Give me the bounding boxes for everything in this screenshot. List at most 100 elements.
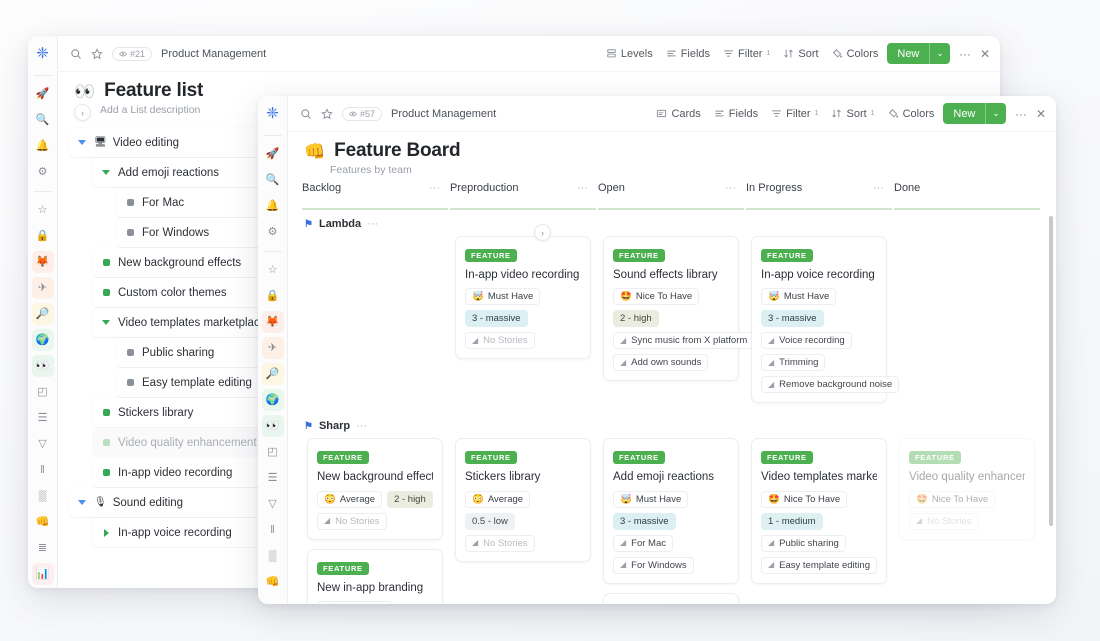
status-square-icon[interactable] — [124, 349, 136, 356]
chart-bars-icon[interactable]: ‖ — [32, 459, 54, 481]
search-icon[interactable] — [300, 108, 312, 120]
lock-icon[interactable]: 🔒 — [262, 285, 284, 307]
funnel-icon[interactable]: ▽ — [32, 433, 54, 455]
new-button-front[interactable]: New ⌄ — [943, 103, 1006, 124]
funnel-icon[interactable]: ▽ — [262, 493, 284, 515]
grid-icon[interactable]: ▒ — [32, 485, 54, 507]
story-chip[interactable]: ◢Sync music from X platform — [613, 332, 754, 349]
note-icon[interactable]: ◰ — [32, 381, 54, 403]
search-icon[interactable]: 🔍 — [32, 109, 54, 131]
filter-list-icon[interactable]: ☰ — [262, 467, 284, 489]
toolbar-item-filter[interactable]: Filter1 — [723, 48, 770, 60]
feature-card[interactable]: FEATUREAdd emoji reactions🤯Must Have3 - … — [603, 438, 739, 583]
star-icon[interactable]: ☆ — [32, 199, 54, 221]
board-cell[interactable]: FEATUREVideo templates marketplace🤩Nice … — [746, 438, 892, 592]
search-icon[interactable] — [70, 48, 82, 60]
story-chip[interactable]: ◢For Windows — [613, 557, 694, 574]
story-chip[interactable]: ◢Voice recording — [761, 332, 852, 349]
page-title-back[interactable]: Feature list — [104, 80, 203, 102]
board-scroll-area[interactable]: ⚑Lambda···FEATUREIn-app video recording🤯… — [288, 210, 1056, 604]
lock-icon[interactable]: 🔒 — [32, 225, 54, 247]
globe-icon[interactable]: 🌍 — [32, 329, 54, 351]
toolbar-item-cards[interactable]: Cards — [656, 108, 700, 120]
feature-card[interactable]: FEATUREStickers library😳Average0.5 - low… — [455, 438, 591, 561]
toolbar-back[interactable]: #21 Product Management LevelsFieldsFilte… — [58, 36, 1000, 72]
magnifier-app-icon[interactable]: 🔎 — [262, 363, 284, 385]
priority-chip[interactable]: 🤩Nice To Have — [613, 288, 699, 305]
feature-card[interactable]: FEATUREIn-app voice recording🤯Must Have3… — [751, 236, 887, 403]
page-subtitle-front[interactable]: Features by team — [330, 164, 1044, 176]
app-rail-back[interactable]: ❈🚀🔍🔔⚙☆🔒🦊✈🔎🌍👀◰☰▽‖▒👊≣📊⚓☀⛹✈👂📷▶ — [28, 36, 58, 588]
star-icon[interactable] — [321, 108, 333, 120]
priority-chip[interactable]: 😳Average — [465, 491, 530, 508]
grid-icon[interactable]: ▒ — [262, 545, 284, 567]
toolbar-item-colors[interactable]: Colors — [888, 108, 935, 120]
page-title-front[interactable]: Feature Board — [334, 140, 460, 162]
caret-down-icon[interactable] — [76, 500, 88, 505]
board-cell[interactable]: FEATUREVideo quality enhancement🤩Nice To… — [894, 438, 1040, 548]
toolbar-item-sort[interactable]: Sort1 — [831, 108, 874, 120]
board-cell[interactable]: FEATURESound effects library🤩Nice To Hav… — [598, 236, 744, 390]
toolbar-item-fields[interactable]: Fields — [666, 48, 710, 60]
breadcrumb-back[interactable]: Product Management — [161, 48, 266, 60]
logo-icon[interactable]: ❈ — [32, 42, 54, 64]
score-chip[interactable]: 0.5 - low — [465, 513, 515, 530]
status-square-icon[interactable] — [100, 469, 112, 476]
toolbar-front[interactable]: #57 Product Management CardsFieldsFilter… — [288, 96, 1056, 132]
breadcrumb-front[interactable]: Product Management — [391, 108, 496, 120]
board-column-menu-button[interactable]: ··· — [873, 182, 884, 194]
plane-icon[interactable]: ✈ — [32, 277, 54, 299]
caret-down-icon[interactable] — [100, 320, 112, 325]
score-chip[interactable]: 3 - massive — [761, 310, 824, 327]
status-square-icon[interactable] — [100, 259, 112, 266]
no-stories-chip[interactable]: ◢No Stories — [317, 513, 387, 530]
star-icon[interactable] — [91, 48, 103, 60]
caret-right-icon[interactable] — [100, 529, 112, 537]
board-cell[interactable]: FEATURENew background effects😳Average2 -… — [302, 438, 448, 604]
app-rail-front[interactable]: ❈🚀🔍🔔⚙☆🔒🦊✈🔎🌍👀◰☰▽‖▒👊≣📊⚓☀⛹✈👂📷▶ — [258, 96, 288, 604]
no-stories-chip[interactable]: ◢No Stories — [909, 513, 979, 530]
status-square-icon[interactable] — [100, 439, 112, 446]
priority-chip[interactable]: 🤯Must Have — [465, 288, 540, 305]
board-group-menu-button[interactable]: ··· — [367, 218, 378, 230]
rail-expand-button-back[interactable]: › — [74, 104, 91, 121]
status-square-icon[interactable] — [124, 229, 136, 236]
sliders-icon[interactable]: ≣ — [262, 597, 284, 604]
star-icon[interactable]: ☆ — [262, 259, 284, 281]
board-vertical-scrollbar[interactable] — [1049, 216, 1053, 526]
fist-icon[interactable]: 👊 — [32, 511, 54, 533]
board-column-menu-button[interactable]: ··· — [429, 182, 440, 194]
fox-icon[interactable]: 🦊 — [262, 311, 284, 333]
no-stories-chip[interactable]: ◢No Stories — [465, 535, 535, 552]
score-chip[interactable]: 3 - massive — [465, 310, 528, 327]
score-chip[interactable]: 3 - massive — [613, 513, 676, 530]
status-square-icon[interactable] — [124, 199, 136, 206]
board-column-menu-button[interactable]: ··· — [725, 182, 736, 194]
board-column-header-in-progress[interactable]: In Progress··· — [746, 182, 892, 210]
feature-card[interactable]: FEATUREIn-app video recording🤯Must Have3… — [455, 236, 591, 359]
score-chip[interactable]: 1 - medium — [761, 513, 823, 530]
feature-card[interactable]: FEATURENew in-app branding🤯Must Have0.5 … — [307, 549, 443, 604]
priority-chip[interactable]: 🤩Nice To Have — [909, 491, 995, 508]
chart-bars-icon[interactable]: ‖ — [262, 519, 284, 541]
plane-icon[interactable]: ✈ — [262, 337, 284, 359]
new-button-back[interactable]: New ⌄ — [887, 43, 950, 64]
globe-icon[interactable]: 🌍 — [262, 389, 284, 411]
priority-chip[interactable]: 😳Average — [317, 491, 382, 508]
story-chip[interactable]: ◢Add own sounds — [613, 354, 708, 371]
bell-icon[interactable]: 🔔 — [262, 195, 284, 217]
toolbar-item-sort[interactable]: Sort — [783, 48, 818, 60]
caret-down-icon[interactable] — [100, 170, 112, 175]
feature-card[interactable]: FEATUREVideo templates marketplace🤩Nice … — [751, 438, 887, 583]
close-button-front[interactable]: ✕ — [1036, 107, 1046, 121]
gear-icon[interactable]: ⚙ — [32, 161, 54, 183]
more-options-button-back[interactable]: ··· — [959, 47, 971, 61]
caret-down-icon[interactable] — [76, 140, 88, 145]
feature-card[interactable]: FEATUREVideo quality enhancement🤩Nice To… — [899, 438, 1035, 539]
fox-icon[interactable]: 🦊 — [32, 251, 54, 273]
board-column-header-done[interactable]: Done — [894, 182, 1040, 210]
board-column-header-open[interactable]: Open··· — [598, 182, 744, 210]
board-group-header[interactable]: ⚑Lambda··· — [288, 210, 1056, 236]
toolbar-item-colors[interactable]: Colors — [832, 48, 879, 60]
feature-card[interactable]: FEATURENew background effects😳Average2 -… — [307, 438, 443, 539]
